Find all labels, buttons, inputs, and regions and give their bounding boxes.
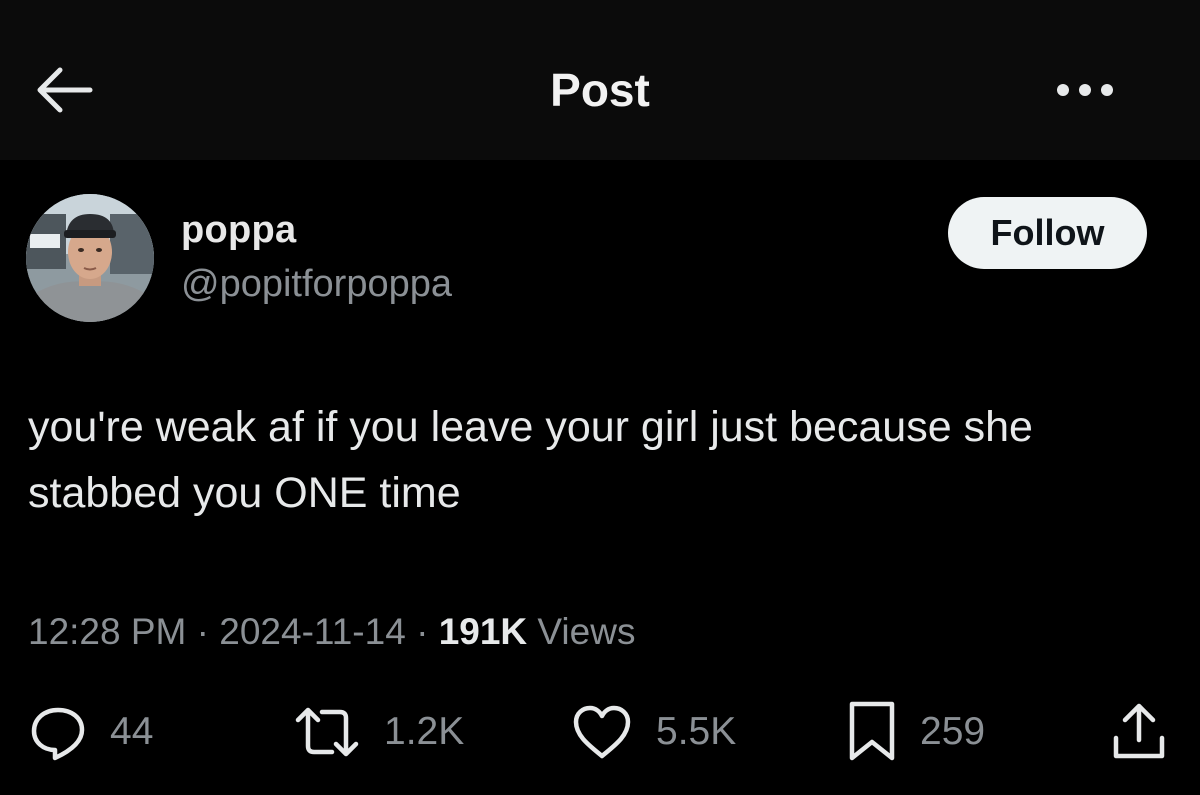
post-text: you're weak af if you leave your girl ju… (28, 403, 1033, 517)
back-button[interactable] (30, 62, 96, 118)
post-page: Post poppa @popitforpoppa Follow you're … (0, 0, 1200, 795)
repost-icon (295, 707, 359, 757)
post-date[interactable]: 2024-11-14 (219, 611, 406, 652)
meta-separator: · (405, 611, 439, 652)
post-time[interactable]: 12:28 PM (28, 611, 186, 652)
bookmark-button[interactable]: 259 (846, 700, 985, 764)
bookmark-icon (849, 701, 895, 761)
repost-count: 1.2K (384, 710, 465, 753)
like-button[interactable]: 5.5K (570, 700, 736, 764)
author-handle[interactable]: @popitforpoppa (181, 260, 452, 308)
reply-icon (31, 707, 85, 761)
page-title: Post (550, 64, 650, 116)
post-metadata: 12:28 PM · 2024-11-14 · 191K Views (28, 608, 635, 656)
share-icon (1113, 703, 1165, 759)
reply-count: 44 (110, 710, 154, 753)
reply-button[interactable]: 44 (28, 700, 153, 764)
top-bar: Post (0, 0, 1200, 160)
avatar-image (26, 194, 154, 322)
more-options-button[interactable] (1050, 70, 1120, 110)
like-count: 5.5K (656, 710, 737, 753)
heart-icon (573, 705, 631, 759)
views-count: 191K (438, 611, 528, 652)
meta-separator: · (186, 611, 220, 652)
repost-button[interactable]: 1.2K (292, 700, 464, 764)
views-label: Views (527, 611, 636, 652)
share-button[interactable] (1110, 700, 1168, 764)
more-horizontal-icon (1057, 84, 1113, 96)
follow-button[interactable]: Follow (948, 197, 1147, 269)
author-name[interactable]: poppa (181, 206, 296, 254)
avatar[interactable] (26, 194, 154, 322)
arrow-left-icon (37, 67, 93, 113)
bookmark-count: 259 (920, 710, 986, 753)
